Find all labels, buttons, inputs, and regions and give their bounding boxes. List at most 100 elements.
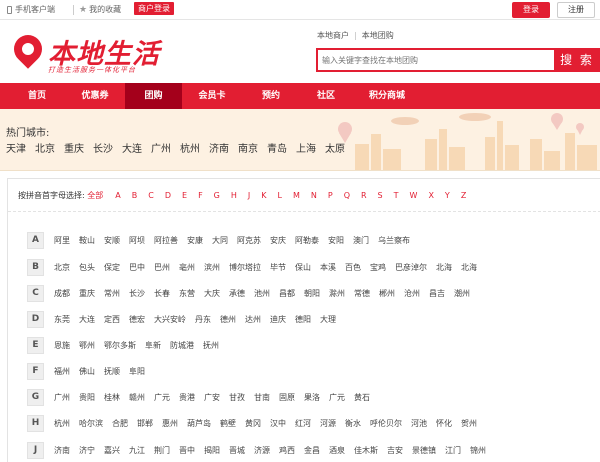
city-link[interactable]: 赣州 — [129, 392, 145, 403]
city-link[interactable]: 鸡西 — [279, 445, 295, 456]
city-link[interactable]: 济南 — [54, 445, 70, 456]
favorite-link[interactable]: ★ 我的收藏 — [79, 4, 121, 15]
city-link[interactable]: 大理 — [320, 314, 336, 325]
city-link[interactable]: 德阳 — [295, 314, 311, 325]
pinyin-letter[interactable]: K — [261, 191, 266, 200]
city-link[interactable]: 北京 — [54, 262, 70, 273]
pinyin-letter[interactable]: Z — [461, 191, 466, 200]
city-link[interactable]: 福州 — [54, 366, 70, 377]
city-link[interactable]: 邯郸 — [137, 418, 153, 429]
city-link[interactable]: 酒泉 — [329, 445, 345, 456]
nav-member-card[interactable]: 会员卡 — [182, 83, 242, 109]
hot-city[interactable]: 长沙 — [93, 144, 113, 155]
city-link[interactable]: 长沙 — [129, 288, 145, 299]
pinyin-letter[interactable]: E — [182, 191, 187, 200]
hot-city[interactable]: 重庆 — [64, 144, 84, 155]
city-link[interactable]: 丹东 — [195, 314, 211, 325]
city-link[interactable]: 广安 — [204, 392, 220, 403]
city-link[interactable]: 晋城 — [229, 445, 245, 456]
login-button[interactable]: 登录 — [512, 2, 550, 18]
city-link[interactable]: 抚顺 — [104, 366, 120, 377]
city-link[interactable]: 葫芦岛 — [187, 418, 211, 429]
city-link[interactable]: 承德 — [229, 288, 245, 299]
local-group-link[interactable]: 本地团购 — [362, 31, 394, 40]
city-link[interactable]: 晋中 — [179, 445, 195, 456]
city-link[interactable]: 大连 — [79, 314, 95, 325]
city-link[interactable]: 沧州 — [404, 288, 420, 299]
city-link[interactable]: 揭阳 — [204, 445, 220, 456]
hot-city[interactable]: 南京 — [238, 144, 258, 155]
city-link[interactable]: 东莞 — [54, 314, 70, 325]
city-link[interactable]: 巴彦淖尔 — [395, 262, 427, 273]
city-link[interactable]: 本溪 — [320, 262, 336, 273]
city-link[interactable]: 北海 — [461, 262, 477, 273]
city-link[interactable]: 成都 — [54, 288, 70, 299]
city-link[interactable]: 防城港 — [170, 340, 194, 351]
city-link[interactable]: 大庆 — [204, 288, 220, 299]
site-logo[interactable]: 本地生活 打造生活服务一体化平台 — [8, 29, 174, 78]
city-link[interactable]: 佛山 — [79, 366, 95, 377]
city-link[interactable]: 保定 — [104, 262, 120, 273]
hot-city[interactable]: 济南 — [209, 144, 229, 155]
city-link[interactable]: 巴中 — [129, 262, 145, 273]
city-link[interactable]: 安康 — [187, 235, 203, 246]
city-link[interactable]: 阜新 — [145, 340, 161, 351]
city-link[interactable]: 九江 — [129, 445, 145, 456]
city-link[interactable]: 鞍山 — [79, 235, 95, 246]
pinyin-letter[interactable]: M — [293, 191, 300, 200]
city-link[interactable]: 德州 — [220, 314, 236, 325]
hot-city[interactable]: 杭州 — [180, 144, 200, 155]
city-link[interactable]: 广州 — [54, 392, 70, 403]
city-link[interactable]: 北海 — [436, 262, 452, 273]
city-link[interactable]: 郴州 — [379, 288, 395, 299]
city-link[interactable]: 昌都 — [279, 288, 295, 299]
city-link[interactable]: 怀化 — [436, 418, 452, 429]
register-button[interactable]: 注册 — [557, 2, 595, 18]
city-link[interactable]: 定西 — [104, 314, 120, 325]
city-link[interactable]: 安阳 — [328, 235, 344, 246]
merchant-login-button[interactable]: 商户登录 — [134, 2, 174, 15]
pinyin-letter[interactable]: S — [378, 191, 383, 200]
pinyin-letter[interactable]: J — [248, 191, 250, 200]
city-link[interactable]: 阿勒泰 — [295, 235, 319, 246]
city-link[interactable]: 昌吉 — [429, 288, 445, 299]
city-link[interactable]: 阿里 — [54, 235, 70, 246]
city-link[interactable]: 黄冈 — [245, 418, 261, 429]
pinyin-letter[interactable]: D — [165, 191, 171, 200]
city-link[interactable]: 黄石 — [354, 392, 370, 403]
nav-reservation[interactable]: 预约 — [242, 83, 300, 109]
hot-city[interactable]: 北京 — [35, 144, 55, 155]
city-link[interactable]: 合肥 — [112, 418, 128, 429]
city-link[interactable]: 大兴安岭 — [154, 314, 186, 325]
city-link[interactable]: 长春 — [154, 288, 170, 299]
city-link[interactable]: 宝鸡 — [370, 262, 386, 273]
city-link[interactable]: 朝阳 — [304, 288, 320, 299]
city-link[interactable]: 杭州 — [54, 418, 70, 429]
pinyin-letter[interactable]: B — [132, 191, 138, 200]
city-link[interactable]: 包头 — [79, 262, 95, 273]
city-link[interactable]: 汉中 — [270, 418, 286, 429]
city-link[interactable]: 常德 — [354, 288, 370, 299]
city-link[interactable]: 贵港 — [179, 392, 195, 403]
city-link[interactable]: 锦州 — [470, 445, 486, 456]
nav-points-mall[interactable]: 积分商城 — [352, 83, 422, 109]
city-link[interactable]: 阜阳 — [129, 366, 145, 377]
city-link[interactable]: 巴州 — [154, 262, 170, 273]
hot-city[interactable]: 广州 — [151, 144, 171, 155]
pinyin-letter[interactable]: T — [394, 191, 399, 200]
city-link[interactable]: 大同 — [212, 235, 228, 246]
city-link[interactable]: 广元 — [329, 392, 345, 403]
city-link[interactable]: 滨州 — [204, 262, 220, 273]
city-link[interactable]: 博尔塔拉 — [229, 262, 261, 273]
city-link[interactable]: 鄂尔多斯 — [104, 340, 136, 351]
city-link[interactable]: 广元 — [154, 392, 170, 403]
city-link[interactable]: 哈尔滨 — [79, 418, 103, 429]
pinyin-letter[interactable]: C — [148, 191, 154, 200]
city-link[interactable]: 阿克苏 — [237, 235, 261, 246]
nav-home[interactable]: 首页 — [8, 83, 66, 109]
pinyin-letter[interactable]: G — [214, 191, 220, 200]
pinyin-letter[interactable]: X — [428, 191, 433, 200]
city-link[interactable]: 保山 — [295, 262, 311, 273]
city-link[interactable]: 德宏 — [129, 314, 145, 325]
search-button[interactable]: 搜 索 — [554, 48, 600, 72]
